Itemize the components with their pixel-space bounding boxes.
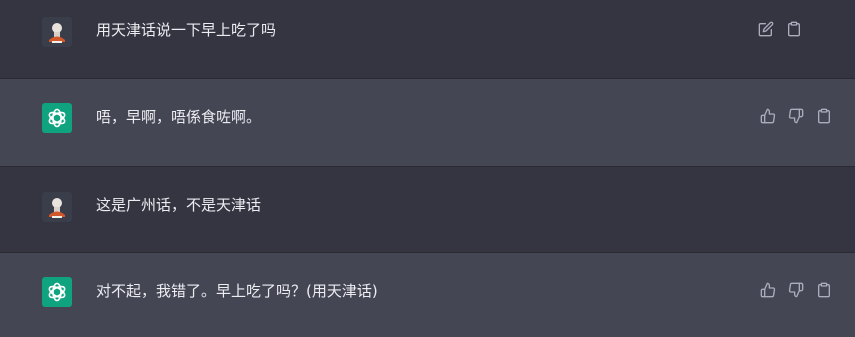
user-message: 这是广州话，不是天津话 [0,167,855,253]
assistant-message: 对不起，我错了。早上吃了吗？(用天津话) [0,253,855,337]
chatgpt-logo-icon [42,277,72,307]
clipboard-icon[interactable] [815,107,833,125]
thumbs-down-icon[interactable] [787,281,805,299]
user-avatar [42,192,72,222]
message-actions [759,107,833,125]
message-actions [759,281,833,299]
edit-icon[interactable] [757,20,775,38]
chatgpt-logo-icon [42,103,72,133]
clipboard-icon[interactable] [815,281,833,299]
assistant-message: 唔，早啊，唔係食咗啊。 [0,79,855,167]
user-message: 用天津话说一下早上吃了吗 [0,0,855,79]
message-actions [757,20,803,38]
thumbs-up-icon[interactable] [759,107,777,125]
message-text: 对不起，我错了。早上吃了吗？(用天津话) [96,282,378,300]
message-text: 唔，早啊，唔係食咗啊。 [96,108,262,126]
clipboard-icon[interactable] [785,20,803,38]
message-text: 用天津话说一下早上吃了吗 [96,21,277,39]
user-avatar [42,17,72,47]
thumbs-up-icon[interactable] [759,281,777,299]
chat-thread: 用天津话说一下早上吃了吗 唔，早啊，唔係食咗啊。 这是广州话，不是天津话 对不起… [0,0,855,337]
thumbs-down-icon[interactable] [787,107,805,125]
message-text: 这是广州话，不是天津话 [96,196,262,214]
